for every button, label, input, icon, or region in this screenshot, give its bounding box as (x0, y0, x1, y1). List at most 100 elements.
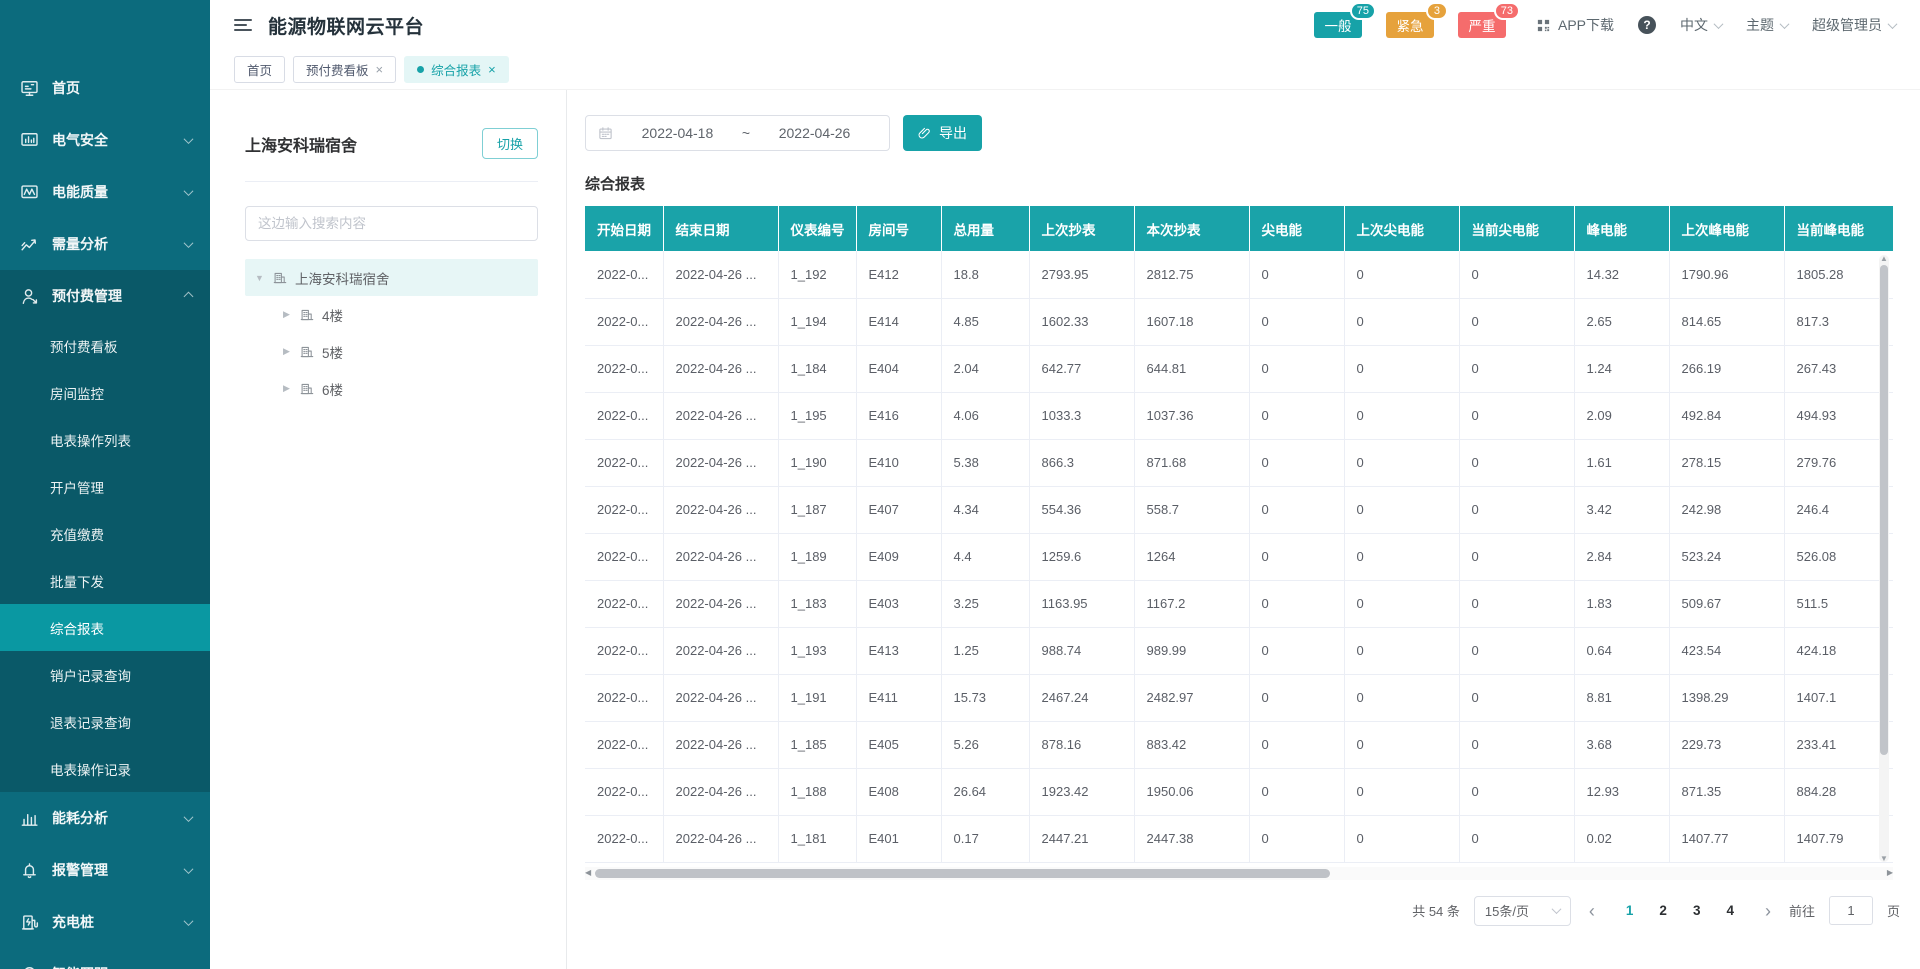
tree-node-4楼[interactable]: ▶4楼 (245, 296, 538, 333)
tree-search-input[interactable] (245, 206, 538, 241)
table-cell: 1_195 (778, 392, 856, 439)
sidebar-menu: 首页电气安全电能质量需量分析预付费管理预付费看板房间监控电表操作列表开户管理充值… (0, 0, 210, 969)
sidebar-item-label: 电能质量 (52, 182, 108, 202)
table-cell: 1_193 (778, 627, 856, 674)
table-cell: 0.02 (1574, 815, 1669, 862)
close-tab-icon[interactable]: × (376, 63, 384, 76)
table-cell: 5.38 (941, 439, 1029, 486)
table-cell: 494.93 (1784, 392, 1893, 439)
sidebar-item-能耗分析[interactable]: 能耗分析 (0, 792, 210, 844)
sidebar-item-综合报表[interactable]: 综合报表 (0, 604, 210, 651)
caret-right-icon[interactable]: ▶ (281, 346, 292, 357)
table-cell: 523.24 (1669, 533, 1784, 580)
scroll-left-icon[interactable]: ◀ (585, 868, 591, 877)
vertical-scrollbar-thumb[interactable] (1880, 265, 1888, 755)
sidebar-item-首页[interactable]: 首页 (0, 62, 210, 114)
caret-right-icon[interactable]: ▶ (281, 309, 292, 320)
sidebar-item-开户管理[interactable]: 开户管理 (0, 463, 210, 510)
sidebar-item-充值缴费[interactable]: 充值缴费 (0, 510, 210, 557)
table-cell: 1790.96 (1669, 251, 1784, 298)
user-dropdown[interactable]: 超级管理员 (1812, 15, 1896, 35)
page-3[interactable]: 3 (1693, 903, 1701, 918)
table-cell: 0 (1459, 674, 1574, 721)
close-tab-icon[interactable]: × (488, 63, 496, 76)
page-1[interactable]: 1 (1626, 903, 1634, 918)
chevron-up-icon (184, 291, 194, 301)
caret-down-icon[interactable]: ▼ (254, 273, 265, 283)
table-cell: 0 (1459, 721, 1574, 768)
table-cell: 26.64 (941, 768, 1029, 815)
caret-right-icon[interactable]: ▶ (281, 383, 292, 394)
table-cell: 1264 (1134, 533, 1249, 580)
calendar-icon (598, 126, 613, 141)
sidebar-item-预付费看板[interactable]: 预付费看板 (0, 322, 210, 369)
table-cell: 1.25 (941, 627, 1029, 674)
urgent-alarm-badge-count: 3 (1426, 2, 1448, 20)
table-cell: 0 (1344, 815, 1459, 862)
goto-page-input[interactable] (1829, 896, 1873, 925)
urgent-alarm-badge[interactable]: 紧急3 (1386, 12, 1434, 38)
scroll-down-icon[interactable]: ▼ (1879, 854, 1889, 863)
collapse-menu-icon[interactable] (234, 16, 252, 34)
page-unit: 页 (1887, 901, 1900, 920)
page-2[interactable]: 2 (1659, 903, 1667, 918)
app-download-link[interactable]: APP下载 (1536, 15, 1614, 35)
table-cell: 883.42 (1134, 721, 1249, 768)
table-cell: E404 (856, 345, 941, 392)
critical-alarm-badge[interactable]: 严重73 (1458, 12, 1506, 38)
table-cell: 3.25 (941, 580, 1029, 627)
sidebar-item-预付费管理[interactable]: 预付费管理 (0, 270, 210, 322)
date-range-picker[interactable]: 2022-04-18 ~ 2022-04-26 (585, 115, 890, 151)
horizontal-scrollbar-thumb[interactable] (595, 869, 1330, 878)
sidebar-item-电能质量[interactable]: 电能质量 (0, 166, 210, 218)
tree-node-6楼[interactable]: ▶6楼 (245, 370, 538, 407)
switch-building-button[interactable]: 切换 (482, 128, 538, 159)
prev-page-arrow[interactable]: ‹ (1585, 902, 1599, 920)
export-button[interactable]: 导出 (903, 115, 982, 151)
alarm-badges: 一般75 紧急3 严重73 (1314, 12, 1506, 38)
sidebar-item-退表记录查询[interactable]: 退表记录查询 (0, 698, 210, 745)
scroll-right-icon[interactable]: ▶ (1887, 868, 1893, 877)
table-cell: E416 (856, 392, 941, 439)
scroll-up-icon[interactable]: ▲ (1879, 254, 1889, 263)
sidebar-item-label: 预付费管理 (52, 286, 122, 306)
building-tree: ▼上海安科瑞宿舍▶4楼▶5楼▶6楼 (245, 259, 538, 407)
tab-首页[interactable]: 首页 (234, 56, 285, 83)
building-icon (300, 382, 314, 396)
sidebar-item-电表操作列表[interactable]: 电表操作列表 (0, 416, 210, 463)
sidebar-item-房间监控[interactable]: 房间监控 (0, 369, 210, 416)
table-cell: 4.85 (941, 298, 1029, 345)
language-dropdown[interactable]: 中文 (1680, 15, 1722, 35)
vertical-scrollbar[interactable]: ▲ ▼ (1879, 255, 1889, 862)
page-4[interactable]: 4 (1726, 903, 1734, 918)
tab-预付费看板[interactable]: 预付费看板× (293, 56, 396, 83)
horizontal-scrollbar[interactable]: ◀ ▶ (585, 867, 1893, 880)
sidebar-item-充电桩[interactable]: 充电桩 (0, 896, 210, 948)
tab-综合报表[interactable]: 综合报表× (404, 56, 509, 83)
next-page-arrow[interactable]: › (1761, 902, 1775, 920)
tree-node-上海安科瑞宿舍[interactable]: ▼上海安科瑞宿舍 (245, 259, 538, 296)
table-cell: 0 (1249, 721, 1344, 768)
table-cell: 2022-0... (585, 439, 663, 486)
sidebar-item-智能照明[interactable]: 智能照明 (0, 948, 210, 969)
general-alarm-badge[interactable]: 一般75 (1314, 12, 1362, 38)
table-cell: 2447.38 (1134, 815, 1249, 862)
sidebar-item-批量下发[interactable]: 批量下发 (0, 557, 210, 604)
sidebar-item-销户记录查询[interactable]: 销户记录查询 (0, 651, 210, 698)
page-size-select[interactable]: 15条/页 (1474, 896, 1571, 926)
tree-node-5楼[interactable]: ▶5楼 (245, 333, 538, 370)
table-cell: 1407.1 (1784, 674, 1893, 721)
energy-analysis-icon (20, 809, 39, 828)
table-cell: 4.4 (941, 533, 1029, 580)
theme-dropdown[interactable]: 主题 (1746, 15, 1788, 35)
table-cell: 2022-04-26 ... (663, 486, 778, 533)
sidebar-item-需量分析[interactable]: 需量分析 (0, 218, 210, 270)
table-cell: 1.83 (1574, 580, 1669, 627)
column-header-本次抄表: 本次抄表 (1134, 206, 1249, 251)
app-download-label: APP下载 (1558, 15, 1614, 35)
table-cell: 18.8 (941, 251, 1029, 298)
sidebar-item-电表操作记录[interactable]: 电表操作记录 (0, 745, 210, 792)
sidebar-item-电气安全[interactable]: 电气安全 (0, 114, 210, 166)
sidebar-item-报警管理[interactable]: 报警管理 (0, 844, 210, 896)
help-icon[interactable]: ? (1638, 16, 1656, 34)
